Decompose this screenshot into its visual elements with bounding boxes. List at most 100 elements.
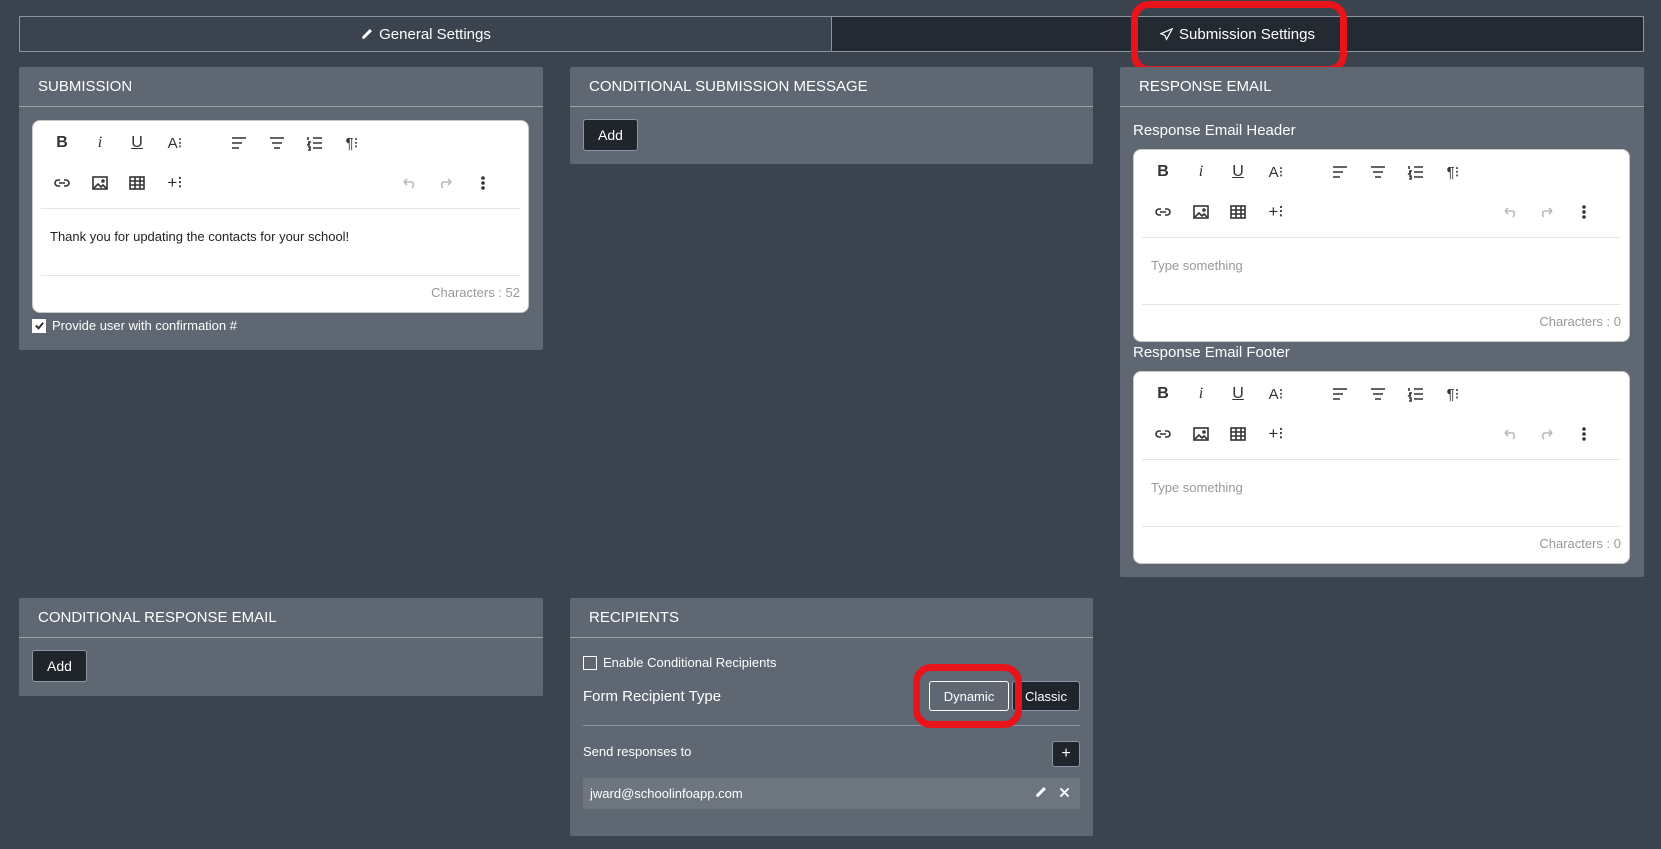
edit-pencil-icon[interactable] xyxy=(1034,786,1048,800)
paragraph-icon[interactable]: ¶⁝ xyxy=(340,131,364,155)
enable-conditional-recipients-checkbox[interactable] xyxy=(583,655,597,670)
ordered-list-icon[interactable] xyxy=(1404,382,1428,406)
enable-conditional-recipients-row[interactable]: Enable Conditional Recipients xyxy=(583,655,776,670)
table-icon[interactable] xyxy=(125,171,149,195)
table-icon[interactable] xyxy=(1226,200,1250,224)
undo-icon[interactable] xyxy=(1498,422,1522,446)
align-center-icon[interactable] xyxy=(265,131,289,155)
align-left-icon[interactable] xyxy=(227,131,251,155)
italic-icon[interactable]: i xyxy=(88,131,112,155)
editor-toolbar-row-2: +⁝ xyxy=(1134,194,1629,234)
insert-more-icon[interactable]: +⁝ xyxy=(163,171,187,195)
editor-toolbar-row-1: B i U A⁝ ¶⁝ xyxy=(1134,152,1629,192)
conditional-response-title: CONDITIONAL RESPONSE EMAIL xyxy=(19,598,543,638)
more-options-icon[interactable] xyxy=(1572,200,1596,224)
tab-general-settings[interactable]: General Settings xyxy=(19,16,831,52)
editor-divider xyxy=(41,275,520,276)
response-header-editor[interactable]: B i U A⁝ ¶⁝ +⁝ Type something Characters… xyxy=(1133,149,1630,342)
confirmation-checkbox[interactable] xyxy=(32,318,46,333)
align-center-icon[interactable] xyxy=(1366,160,1390,184)
recipient-type-label: Form Recipient Type xyxy=(583,688,722,705)
editor-divider xyxy=(1142,459,1621,460)
link-icon[interactable] xyxy=(1151,200,1175,224)
more-options-icon[interactable] xyxy=(1572,422,1596,446)
align-left-icon[interactable] xyxy=(1328,160,1352,184)
add-conditional-response-button[interactable]: Add xyxy=(32,650,87,682)
table-icon[interactable] xyxy=(1226,422,1250,446)
submission-panel: SUBMISSION B i U A⁝ ¶⁝ +⁝ Thank you for … xyxy=(19,67,543,350)
conditional-submission-panel: CONDITIONAL SUBMISSION MESSAGE Add xyxy=(570,67,1093,164)
editor-toolbar-row-2: +⁝ xyxy=(33,165,528,205)
tab-submission-label: Submission Settings xyxy=(1179,25,1315,43)
tab-submission-settings[interactable]: Submission Settings xyxy=(831,16,1644,52)
response-footer-editor[interactable]: B i U A⁝ ¶⁝ +⁝ Type something Characters… xyxy=(1133,371,1630,564)
submission-panel-title: SUBMISSION xyxy=(19,67,543,107)
insert-more-icon[interactable]: +⁝ xyxy=(1264,422,1288,446)
submission-editor[interactable]: B i U A⁝ ¶⁝ +⁝ Thank you for updating th… xyxy=(32,120,529,313)
settings-tabs: General Settings Submission Settings xyxy=(19,16,1644,52)
ordered-list-icon[interactable] xyxy=(1404,160,1428,184)
redo-icon[interactable] xyxy=(434,171,458,195)
align-left-icon[interactable] xyxy=(1328,382,1352,406)
classic-button[interactable]: Classic xyxy=(1012,681,1080,711)
conditional-response-panel: CONDITIONAL RESPONSE EMAIL Add xyxy=(19,598,543,696)
image-icon[interactable] xyxy=(1189,422,1213,446)
editor-toolbar-row-1: B i U A⁝ ¶⁝ xyxy=(1134,374,1629,414)
editor-toolbar-row-2: +⁝ xyxy=(1134,416,1629,456)
paper-plane-icon xyxy=(1160,27,1174,41)
bold-icon[interactable]: B xyxy=(50,131,74,155)
response-footer-placeholder: Type something xyxy=(1151,480,1243,495)
pencil-icon xyxy=(362,28,373,39)
italic-icon[interactable]: i xyxy=(1189,160,1213,184)
response-email-panel: RESPONSE EMAIL Response Email Header B i… xyxy=(1120,67,1644,577)
more-options-icon[interactable] xyxy=(471,171,495,195)
confirmation-checkbox-row[interactable]: Provide user with confirmation # xyxy=(32,318,237,333)
recipients-panel: RECIPIENTS Enable Conditional Recipients… xyxy=(570,598,1093,836)
editor-divider xyxy=(1142,526,1621,527)
link-icon[interactable] xyxy=(1151,422,1175,446)
check-icon xyxy=(34,322,44,330)
italic-icon[interactable]: i xyxy=(1189,382,1213,406)
recipient-email-row: jward@schoolinfoapp.com xyxy=(583,778,1080,809)
redo-icon[interactable] xyxy=(1535,200,1559,224)
recipient-email: jward@schoolinfoapp.com xyxy=(590,786,743,801)
add-recipient-button[interactable]: + xyxy=(1052,741,1080,767)
align-center-icon[interactable] xyxy=(1366,382,1390,406)
remove-close-icon[interactable] xyxy=(1058,786,1072,800)
paragraph-icon[interactable]: ¶⁝ xyxy=(1441,382,1465,406)
bold-icon[interactable]: B xyxy=(1151,382,1175,406)
add-conditional-submission-button[interactable]: Add xyxy=(583,119,638,151)
enable-conditional-recipients-label: Enable Conditional Recipients xyxy=(603,655,777,670)
underline-icon[interactable]: U xyxy=(1226,160,1250,184)
font-size-icon[interactable]: A⁝ xyxy=(1264,382,1288,406)
paragraph-icon[interactable]: ¶⁝ xyxy=(1441,160,1465,184)
editor-toolbar-row-1: B i U A⁝ ¶⁝ xyxy=(33,123,528,163)
response-header-char-counter: Characters : 0 xyxy=(1539,314,1621,329)
conditional-submission-title: CONDITIONAL SUBMISSION MESSAGE xyxy=(570,67,1093,107)
tab-general-label: General Settings xyxy=(379,25,491,43)
recipients-divider xyxy=(583,725,1080,726)
submission-message-text: Thank you for updating the contacts for … xyxy=(50,229,350,244)
response-email-title: RESPONSE EMAIL xyxy=(1120,67,1644,107)
link-icon[interactable] xyxy=(50,171,74,195)
editor-divider xyxy=(41,208,520,209)
response-footer-label: Response Email Footer xyxy=(1133,344,1290,361)
ordered-list-icon[interactable] xyxy=(303,131,327,155)
underline-icon[interactable]: U xyxy=(1226,382,1250,406)
underline-icon[interactable]: U xyxy=(125,131,149,155)
editor-divider xyxy=(1142,237,1621,238)
redo-icon[interactable] xyxy=(1535,422,1559,446)
undo-icon[interactable] xyxy=(397,171,421,195)
response-header-placeholder: Type something xyxy=(1151,258,1243,273)
bold-icon[interactable]: B xyxy=(1151,160,1175,184)
insert-more-icon[interactable]: +⁝ xyxy=(1264,200,1288,224)
font-size-icon[interactable]: A⁝ xyxy=(1264,160,1288,184)
image-icon[interactable] xyxy=(1189,200,1213,224)
dynamic-button[interactable]: Dynamic xyxy=(929,681,1009,711)
undo-icon[interactable] xyxy=(1498,200,1522,224)
font-size-icon[interactable]: A⁝ xyxy=(163,131,187,155)
image-icon[interactable] xyxy=(88,171,112,195)
response-header-label: Response Email Header xyxy=(1133,122,1296,139)
confirmation-label: Provide user with confirmation # xyxy=(52,318,237,333)
recipients-title: RECIPIENTS xyxy=(570,598,1093,638)
